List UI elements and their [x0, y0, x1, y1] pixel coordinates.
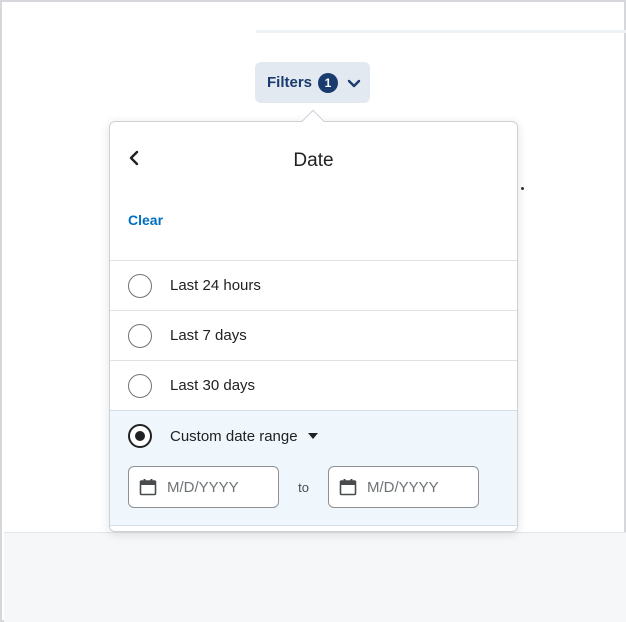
popover-title: Date — [293, 150, 334, 171]
date-range-separator: to — [298, 479, 309, 495]
filters-button-label: Filters — [267, 74, 313, 91]
caret-down-icon[interactable] — [307, 432, 318, 440]
background-dot — [521, 187, 524, 190]
end-date-input[interactable] — [367, 478, 477, 496]
filters-count-badge: 1 — [318, 72, 339, 93]
option-label: Last 24 hours — [170, 277, 261, 294]
filters-button[interactable]: Filters 1 — [255, 62, 370, 103]
end-date-field[interactable] — [328, 466, 479, 508]
radio-selected-dot — [135, 431, 145, 441]
top-divider — [256, 30, 626, 33]
option-last-30-days[interactable]: Last 30 days — [110, 360, 517, 410]
option-label: Last 7 days — [170, 327, 247, 344]
option-custom-date-range[interactable]: Custom date range — [110, 411, 517, 461]
start-date-input[interactable] — [167, 478, 277, 496]
option-label: Custom date range — [170, 427, 298, 445]
chevron-down-icon — [346, 74, 364, 92]
radio-last-24-hours[interactable] — [128, 273, 152, 298]
radio-last-30-days[interactable] — [128, 373, 152, 398]
date-range-inputs: to — [128, 466, 479, 508]
date-options-list: Last 24 hours Last 7 days Last 30 days C… — [110, 260, 517, 526]
calendar-icon[interactable] — [339, 478, 357, 496]
clear-button[interactable]: Clear — [128, 212, 163, 228]
popover-header: Date — [110, 122, 517, 202]
radio-last-7-days[interactable] — [128, 323, 152, 348]
start-date-field[interactable] — [128, 466, 279, 508]
option-last-7-days[interactable]: Last 7 days — [110, 310, 517, 360]
date-filter-popover: Date Clear Last 24 hours Last 7 days Las… — [109, 121, 518, 532]
calendar-icon[interactable] — [139, 478, 157, 496]
option-label: Last 30 days — [170, 377, 256, 394]
radio-custom-date-range[interactable] — [128, 424, 152, 448]
option-last-24-hours[interactable]: Last 24 hours — [110, 260, 517, 310]
page-bottom-band — [4, 532, 626, 622]
custom-date-range-section: Custom date range to — [110, 410, 517, 526]
